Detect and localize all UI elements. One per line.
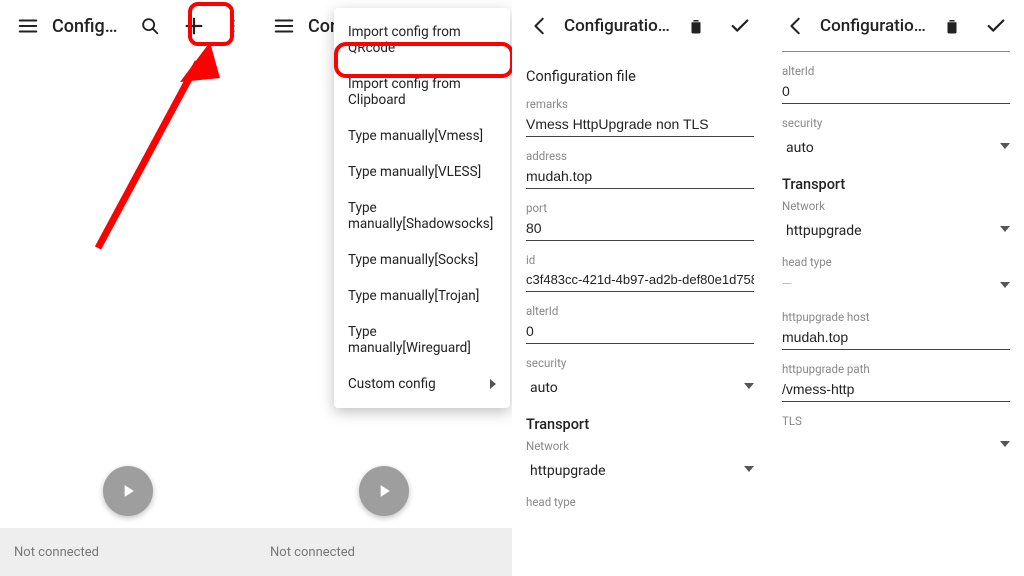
label-security: security <box>782 116 1010 130</box>
menu-type-trojan[interactable]: Type manually[Trojan] <box>334 278 510 314</box>
add-icon[interactable] <box>174 6 214 46</box>
panel-menu: Confi Import config from QRcode Import c… <box>256 0 512 576</box>
appbar: Configuration file <box>768 0 1024 52</box>
more-icon[interactable] <box>218 6 248 46</box>
add-menu: Import config from QRcode Import config … <box>334 8 510 408</box>
delete-icon[interactable] <box>676 6 716 46</box>
input-alterid[interactable] <box>526 318 754 344</box>
chevron-down-icon <box>744 383 754 389</box>
section-config-file: Configuration file <box>526 68 754 85</box>
app-title: Configuration… <box>52 16 126 37</box>
menu-custom-config-label: Custom config <box>348 376 436 392</box>
input-alterid[interactable] <box>782 78 1010 104</box>
select-security-value: auto <box>782 134 818 158</box>
chevron-down-icon <box>1000 441 1010 447</box>
label-host: httpupgrade host <box>782 310 1010 324</box>
section-transport: Transport <box>526 416 754 433</box>
status-text: Not connected <box>14 545 99 560</box>
check-icon[interactable] <box>720 6 760 46</box>
status-text: Not connected <box>270 545 355 560</box>
label-path: httpupgrade path <box>782 362 1010 376</box>
label-id: id <box>526 253 754 267</box>
appbar: Configuration file <box>512 0 768 52</box>
input-host[interactable] <box>782 324 1010 350</box>
delete-icon[interactable] <box>932 6 972 46</box>
panel-form-top: Configuration file Configuration file re… <box>512 0 768 576</box>
menu-type-shadowsocks[interactable]: Type manually[Shadowsocks] <box>334 190 510 242</box>
config-form: Configuration file remarks address port … <box>512 52 768 576</box>
chevron-down-icon <box>1000 226 1010 232</box>
hamburger-icon[interactable] <box>264 6 304 46</box>
chevron-right-icon <box>490 379 496 389</box>
back-icon[interactable] <box>520 6 560 46</box>
play-fab[interactable] <box>103 466 153 516</box>
menu-type-vless[interactable]: Type manually[VLESS] <box>334 154 510 190</box>
select-network-value: httpupgrade <box>782 217 866 241</box>
input-id[interactable] <box>526 267 754 292</box>
select-headtype[interactable]: — <box>782 273 1010 298</box>
input-port[interactable] <box>526 215 754 241</box>
label-tls: TLS <box>782 414 1010 428</box>
page-title: Configuration file <box>820 16 928 36</box>
chevron-down-icon <box>1000 143 1010 149</box>
search-icon[interactable] <box>130 6 170 46</box>
select-security[interactable]: auto <box>526 374 754 400</box>
select-security[interactable]: auto <box>782 134 1010 160</box>
label-remarks: remarks <box>526 97 754 111</box>
chevron-down-icon <box>1000 282 1010 288</box>
input-address[interactable] <box>526 163 754 189</box>
back-icon[interactable] <box>776 6 816 46</box>
annotation-arrow <box>80 38 230 258</box>
select-tls-value <box>782 432 793 456</box>
label-network: Network <box>526 439 754 453</box>
select-tls[interactable] <box>782 432 1010 458</box>
menu-custom-config[interactable]: Custom config <box>334 366 510 402</box>
label-alterid: alterId <box>526 304 754 318</box>
label-alterid: alterId <box>782 64 1010 78</box>
select-security-value: auto <box>526 374 562 398</box>
select-network[interactable]: httpupgrade <box>526 457 754 483</box>
chevron-down-icon <box>744 466 754 472</box>
menu-type-wireguard[interactable]: Type manually[Wireguard] <box>334 314 510 366</box>
config-form-cont: alterId security auto Transport Network … <box>768 46 1024 570</box>
input-path[interactable] <box>782 376 1010 402</box>
appbar: Configuration… <box>0 0 256 52</box>
page-title: Configuration file <box>564 16 672 36</box>
select-headtype-value: — <box>782 273 792 296</box>
select-network-value: httpupgrade <box>526 457 610 481</box>
menu-import-clipboard[interactable]: Import config from Clipboard <box>334 66 510 118</box>
label-address: address <box>526 149 754 163</box>
label-port: port <box>526 201 754 215</box>
panel-form-bottom: Configuration file alterId security auto… <box>768 0 1024 576</box>
section-transport: Transport <box>782 176 1010 193</box>
label-headtype: head type <box>526 495 754 509</box>
status-bar: Not connected <box>256 528 512 576</box>
select-network[interactable]: httpupgrade <box>782 217 1010 243</box>
label-network: Network <box>782 199 1010 213</box>
prev-field-underline <box>782 48 1010 52</box>
play-fab[interactable] <box>359 466 409 516</box>
label-security: security <box>526 356 754 370</box>
label-headtype: head type <box>782 255 1010 269</box>
menu-import-qrcode[interactable]: Import config from QRcode <box>334 14 510 66</box>
hamburger-icon[interactable] <box>8 6 48 46</box>
status-bar: Not connected <box>0 528 256 576</box>
panel-home: Configuration… Not connected <box>0 0 256 576</box>
menu-type-vmess[interactable]: Type manually[Vmess] <box>334 118 510 154</box>
menu-type-socks[interactable]: Type manually[Socks] <box>334 242 510 278</box>
check-icon[interactable] <box>976 6 1016 46</box>
input-remarks[interactable] <box>526 111 754 137</box>
